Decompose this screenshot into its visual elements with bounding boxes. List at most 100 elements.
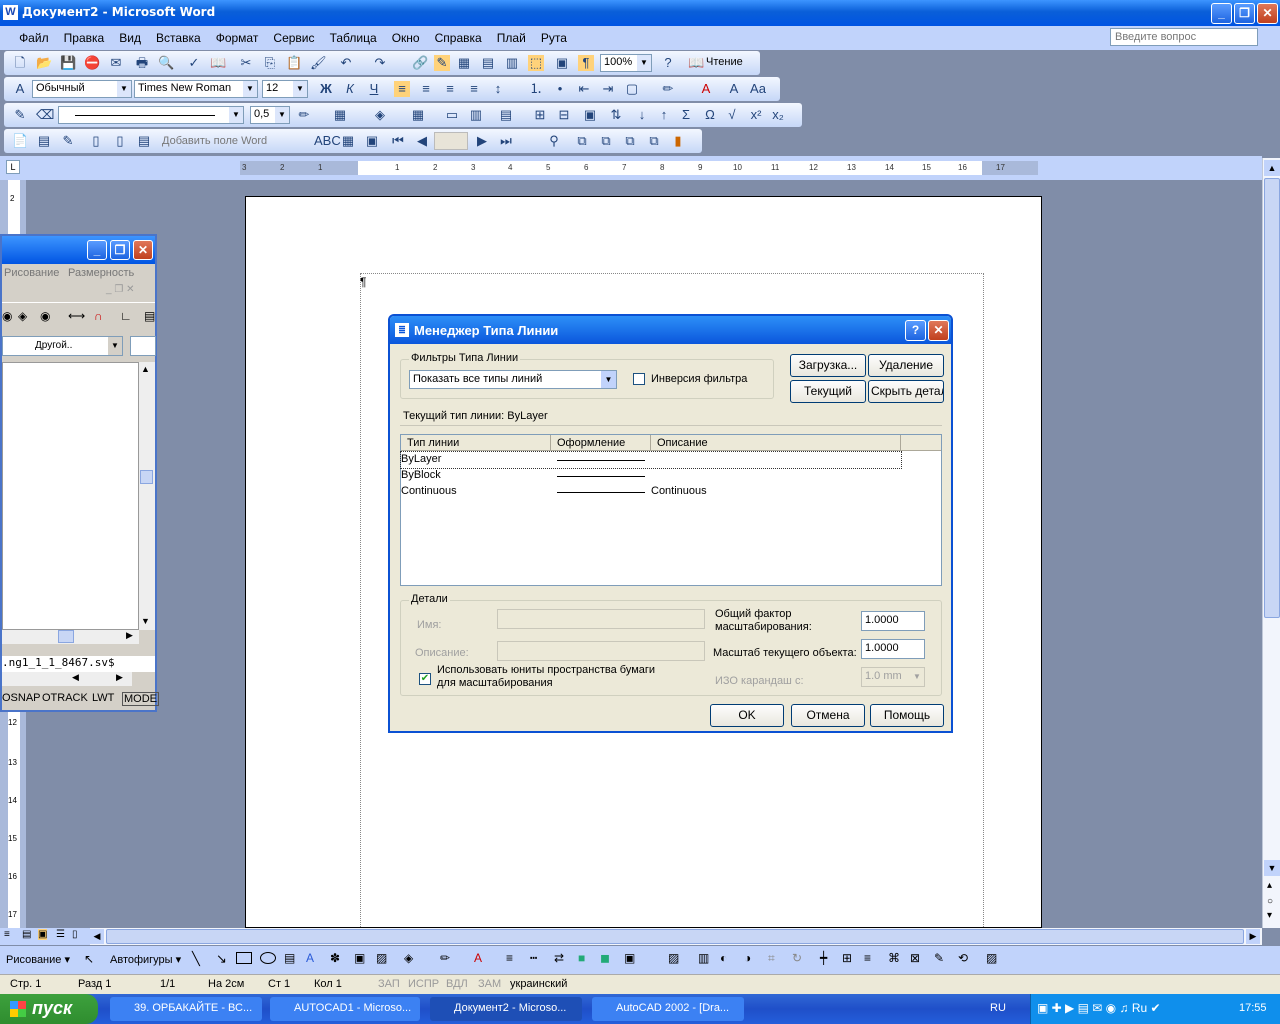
acad-command-line[interactable]: .ng1_1_1_8467.sv$: [2, 656, 155, 672]
cut-icon[interactable]: ✂: [238, 55, 254, 71]
line-spacing-icon[interactable]: ↕: [490, 81, 506, 97]
highlight-fields-icon[interactable]: ▦: [340, 133, 356, 149]
recipients-icon[interactable]: ✎: [60, 133, 76, 149]
acad-close-button[interactable]: ✕: [133, 240, 153, 260]
ok-button[interactable]: OK: [710, 704, 784, 727]
close-button[interactable]: ✕: [1257, 3, 1278, 24]
format-painter-icon[interactable]: 🖌: [310, 55, 327, 71]
zoom-combo[interactable]: 100% ▼: [600, 54, 652, 72]
subscript-icon[interactable]: x₂: [770, 107, 786, 123]
read-icon[interactable]: 📖: [688, 55, 704, 71]
select-all-icon[interactable]: ▣: [624, 951, 635, 965]
fill-color-icon[interactable]: ◈: [404, 951, 413, 965]
chart-icon[interactable]: ▮: [670, 133, 686, 149]
superscript-icon[interactable]: x²: [748, 107, 764, 123]
iso-pen-combo[interactable]: 1.0 mm ▼: [861, 667, 925, 687]
acad-distance-icon[interactable]: ⟷: [68, 309, 85, 323]
global-scale-input[interactable]: 1.0000: [861, 611, 925, 631]
acad-vscroll[interactable]: ▲ ▼: [139, 362, 155, 630]
distribute-cols-icon[interactable]: ⊟: [556, 107, 572, 123]
increase-indent-icon[interactable]: ⇥: [600, 81, 616, 97]
menu-view[interactable]: Вид: [113, 26, 147, 45]
border-icon[interactable]: ▢: [624, 81, 640, 97]
redo-icon[interactable]: ↷: [372, 55, 388, 71]
col-linetype[interactable]: Тип линии: [401, 435, 551, 451]
transparent-icon[interactable]: ✎: [934, 951, 944, 965]
acad-maximize-button[interactable]: ❐: [110, 240, 130, 260]
decrease-indent-icon[interactable]: ⇤: [576, 81, 592, 97]
numbering-icon[interactable]: ⒈: [528, 81, 544, 97]
acad-scroll-up[interactable]: ▲: [141, 364, 150, 374]
picture-icon[interactable]: ▨: [376, 951, 387, 965]
compress-icon[interactable]: ⊞: [842, 951, 852, 965]
tables-borders-icon[interactable]: ✎: [434, 55, 450, 71]
status-rec[interactable]: ЗАП: [378, 978, 400, 990]
reset-picture-icon[interactable]: ⟲: [958, 951, 968, 965]
picture-tool-icon[interactable]: ▨: [668, 951, 679, 965]
contrast-icon[interactable]: ◐: [720, 951, 727, 965]
scroll-up-button[interactable]: ▲: [1264, 160, 1280, 176]
merge-to-printer-icon[interactable]: ⧉: [598, 133, 614, 149]
status-trk[interactable]: ИСПР: [408, 978, 439, 990]
menu-table[interactable]: Таблица: [324, 26, 383, 45]
align-center-icon[interactable]: ≡: [418, 81, 434, 97]
3d-icon[interactable]: ◼: [600, 951, 610, 965]
line-icon[interactable]: ╲: [192, 951, 200, 967]
insert-excel-icon[interactable]: ▤: [480, 55, 496, 71]
prev-page-icon[interactable]: ▴: [1267, 880, 1272, 891]
open-icon[interactable]: 📂: [36, 55, 52, 71]
line-style-icon[interactable]: ≡: [506, 951, 513, 965]
outside-border-icon[interactable]: ▦: [332, 107, 348, 123]
italic-icon[interactable]: К: [342, 81, 358, 97]
scroll-down-button[interactable]: ▼: [1264, 860, 1280, 876]
menu-edit[interactable]: Правка: [58, 26, 111, 45]
insert-fields-icon[interactable]: ▤: [136, 133, 152, 149]
rectangle-icon[interactable]: [236, 952, 252, 964]
draw-table-icon[interactable]: ✎: [12, 107, 28, 123]
undo-icon[interactable]: ↶: [338, 55, 354, 71]
view-merged-icon[interactable]: ABC: [314, 133, 341, 149]
wordart-icon[interactable]: A: [306, 951, 314, 965]
merge-to-doc-icon[interactable]: ⧉: [574, 133, 590, 149]
name-field[interactable]: [497, 609, 705, 629]
acad-otrack[interactable]: OTRACK: [42, 692, 88, 704]
font-combo[interactable]: Times New Roman ▼: [134, 80, 258, 98]
next-record-icon[interactable]: ▶: [474, 133, 490, 149]
drawing-icon[interactable]: ⬚: [528, 55, 544, 71]
minimize-button[interactable]: _: [1211, 3, 1232, 24]
cancel-button[interactable]: Отмена: [791, 704, 865, 727]
acad-linetype-combo[interactable]: [130, 336, 156, 356]
merge-cells-icon[interactable]: ▭: [444, 107, 460, 123]
hscroll-thumb[interactable]: [106, 929, 1244, 944]
scroll-thumb[interactable]: [1264, 178, 1280, 618]
acad-osnap[interactable]: OSNAP: [2, 692, 41, 704]
list-row-bylayer[interactable]: ByLayer: [400, 451, 902, 469]
distribute-rows-icon[interactable]: ⊞: [532, 107, 548, 123]
oval-icon[interactable]: [260, 952, 276, 964]
list-row-continuous[interactable]: Continuous Continuous: [401, 484, 941, 500]
acad-tool3-icon[interactable]: ◉: [40, 309, 50, 323]
status-ext[interactable]: ВДЛ: [446, 978, 468, 990]
menu-window[interactable]: Окно: [386, 26, 426, 45]
acad-mdi-buttons[interactable]: _ ❐ ✕: [106, 284, 134, 295]
highlight-icon[interactable]: ✏: [660, 81, 676, 97]
document-map-icon[interactable]: ▣: [554, 55, 570, 71]
border-color-icon[interactable]: ✏: [296, 107, 312, 123]
ask-question-input[interactable]: Введите вопрос: [1110, 28, 1258, 46]
brightness-icon[interactable]: ◑: [744, 951, 751, 965]
record-number-input[interactable]: [434, 132, 468, 150]
align-left-icon[interactable]: ≡: [394, 81, 410, 97]
horizontal-scrollbar[interactable]: ◀ ▶: [90, 928, 1262, 945]
drawing-menu[interactable]: Рисование ▾: [6, 953, 70, 966]
acad-tool2-icon[interactable]: ◈: [18, 309, 27, 323]
sort-icon[interactable]: ↓: [634, 107, 650, 123]
dash-style-icon[interactable]: ┅: [530, 951, 537, 965]
delete-button[interactable]: Удаление: [868, 354, 944, 377]
normal-view-icon[interactable]: ≡: [4, 929, 10, 940]
select-objects-icon[interactable]: ↖: [84, 952, 94, 966]
font-color-draw-icon[interactable]: A: [474, 951, 482, 965]
align-right-icon[interactable]: ≡: [442, 81, 458, 97]
match-fields-icon[interactable]: ▣: [364, 133, 380, 149]
crop-icon[interactable]: ⌗: [768, 951, 775, 966]
invert-filter-checkbox[interactable]: [633, 373, 645, 385]
